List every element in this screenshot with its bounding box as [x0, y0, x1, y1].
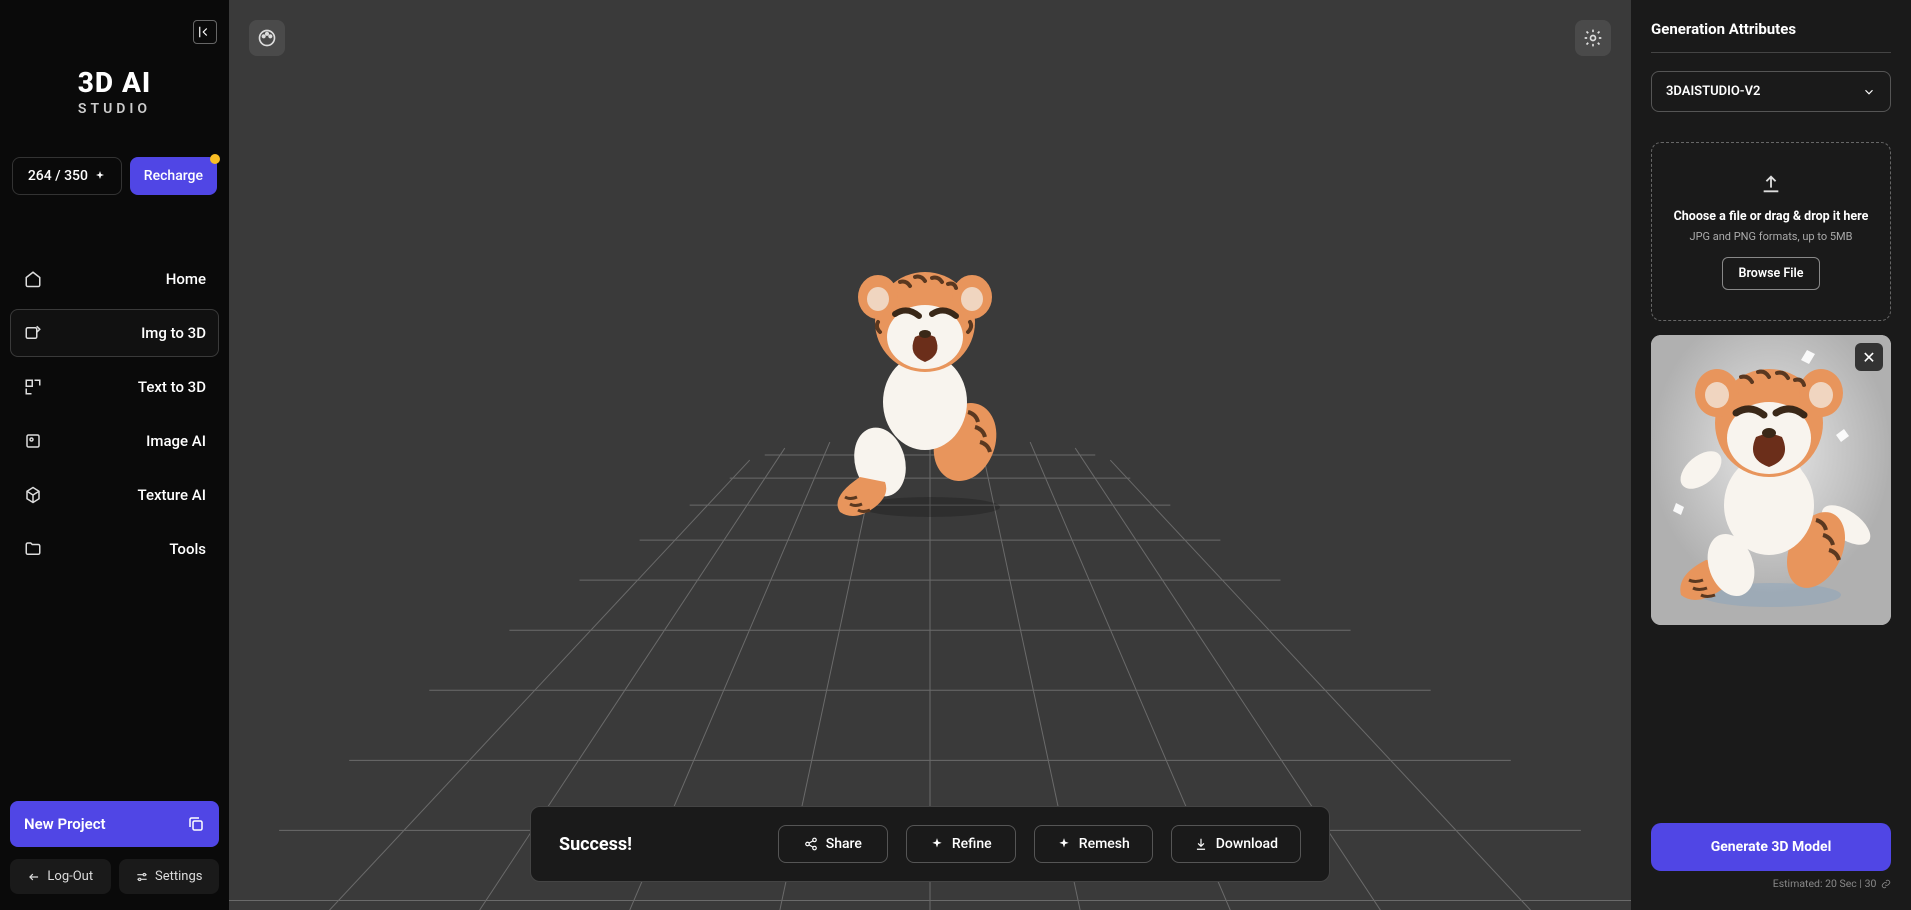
remove-image-button[interactable]: ✕: [1855, 343, 1883, 371]
link-icon: [1881, 879, 1891, 889]
right-panel: Generation Attributes 3DAISTUDIO-V2 Choo…: [1631, 0, 1911, 910]
upload-icon: [1760, 173, 1782, 195]
generate-button[interactable]: Generate 3D Model: [1651, 823, 1891, 871]
nav-item-tools[interactable]: Tools: [10, 525, 219, 573]
texture-icon: [23, 486, 43, 504]
browse-label: Browse File: [1739, 266, 1804, 281]
browse-file-button[interactable]: Browse File: [1722, 257, 1821, 290]
credits-counter[interactable]: 264 / 350: [12, 157, 122, 195]
main-nav: Home Img to 3D Text to 3D Image AI Textu…: [10, 255, 219, 573]
share-label: Share: [826, 836, 862, 852]
nav-label: Home: [43, 270, 206, 288]
image-ai-icon: [23, 432, 43, 450]
panel-title: Generation Attributes: [1651, 20, 1891, 53]
dropzone-title: Choose a file or drag & drop it here: [1664, 209, 1878, 224]
nav-item-home[interactable]: Home: [10, 255, 219, 303]
chevron-down-icon: [1862, 85, 1876, 99]
logo-subtitle: STUDIO: [10, 101, 219, 117]
nav-item-texture-ai[interactable]: Texture AI: [10, 471, 219, 519]
recharge-button[interactable]: Recharge: [130, 157, 217, 195]
3d-canvas[interactable]: [229, 0, 1631, 910]
file-dropzone[interactable]: Choose a file or drag & drop it here JPG…: [1651, 142, 1891, 321]
new-project-button[interactable]: New Project: [10, 801, 219, 847]
nav-label: Texture AI: [43, 486, 206, 504]
model-select-dropdown[interactable]: 3DAISTUDIO-V2: [1651, 71, 1891, 112]
share-button[interactable]: Share: [778, 825, 888, 863]
sliders-icon: [135, 870, 149, 884]
palette-icon: [257, 28, 277, 48]
share-icon: [804, 837, 818, 851]
text-3d-icon: [23, 378, 43, 396]
home-icon: [23, 270, 43, 288]
logout-icon: [27, 870, 41, 884]
nav-item-text-to-3d[interactable]: Text to 3D: [10, 363, 219, 411]
collapse-sidebar-button[interactable]: [193, 20, 217, 44]
remesh-label: Remesh: [1079, 836, 1130, 852]
settings-button[interactable]: Settings: [119, 859, 220, 894]
settings-label: Settings: [155, 869, 202, 884]
nav-label: Image AI: [43, 432, 206, 450]
generate-label: Generate 3D Model: [1711, 839, 1832, 855]
nav-label: Img to 3D: [43, 324, 206, 342]
arrow-left-icon: [198, 25, 212, 39]
sparkle-icon: [930, 837, 944, 851]
3d-model-preview: [820, 242, 1040, 522]
status-text: Success!: [559, 834, 760, 855]
bottom-buttons: Log-Out Settings: [10, 859, 219, 894]
refine-button[interactable]: Refine: [906, 825, 1016, 863]
download-label: Download: [1216, 836, 1278, 852]
new-project-label: New Project: [24, 815, 106, 833]
logo-title: 3D AI: [10, 66, 219, 99]
nav-label: Text to 3D: [43, 378, 206, 396]
credits-row: 264 / 350 Recharge: [10, 157, 219, 195]
viewport-toolbar: [249, 20, 1611, 56]
recharge-label: Recharge: [144, 168, 203, 184]
palette-button[interactable]: [249, 20, 285, 56]
remesh-button[interactable]: Remesh: [1034, 825, 1153, 863]
model-select-value: 3DAISTUDIO-V2: [1666, 84, 1760, 99]
preview-image: [1651, 335, 1891, 625]
nav-item-image-ai[interactable]: Image AI: [10, 417, 219, 465]
viewport: Success! Share Refine Remesh Download: [229, 0, 1631, 910]
refine-label: Refine: [952, 836, 992, 852]
copy-icon: [187, 815, 205, 833]
logout-label: Log-Out: [47, 869, 93, 884]
sidebar: 3D AI STUDIO 264 / 350 Recharge Home Img…: [0, 0, 229, 910]
notification-dot-icon: [210, 154, 220, 164]
sparkle-icon: [94, 170, 106, 182]
nav-item-img-to-3d[interactable]: Img to 3D: [10, 309, 219, 357]
folder-icon: [23, 540, 43, 558]
logout-button[interactable]: Log-Out: [10, 859, 111, 894]
close-icon: ✕: [1862, 348, 1875, 367]
action-bar: Success! Share Refine Remesh Download: [530, 806, 1330, 882]
download-button[interactable]: Download: [1171, 825, 1301, 863]
viewport-settings-button[interactable]: [1575, 20, 1611, 56]
estimate-text: Estimated: 20 Sec | 30: [1651, 877, 1891, 890]
sparkle-icon: [1057, 837, 1071, 851]
credits-value: 264 / 350: [28, 168, 88, 184]
image-3d-icon: [23, 324, 43, 342]
nav-label: Tools: [43, 540, 206, 558]
download-icon: [1194, 837, 1208, 851]
dropzone-subtitle: JPG and PNG formats, up to 5MB: [1664, 230, 1878, 243]
app-logo: 3D AI STUDIO: [10, 66, 219, 117]
source-image-preview: ✕: [1651, 335, 1891, 625]
gear-icon: [1583, 28, 1603, 48]
